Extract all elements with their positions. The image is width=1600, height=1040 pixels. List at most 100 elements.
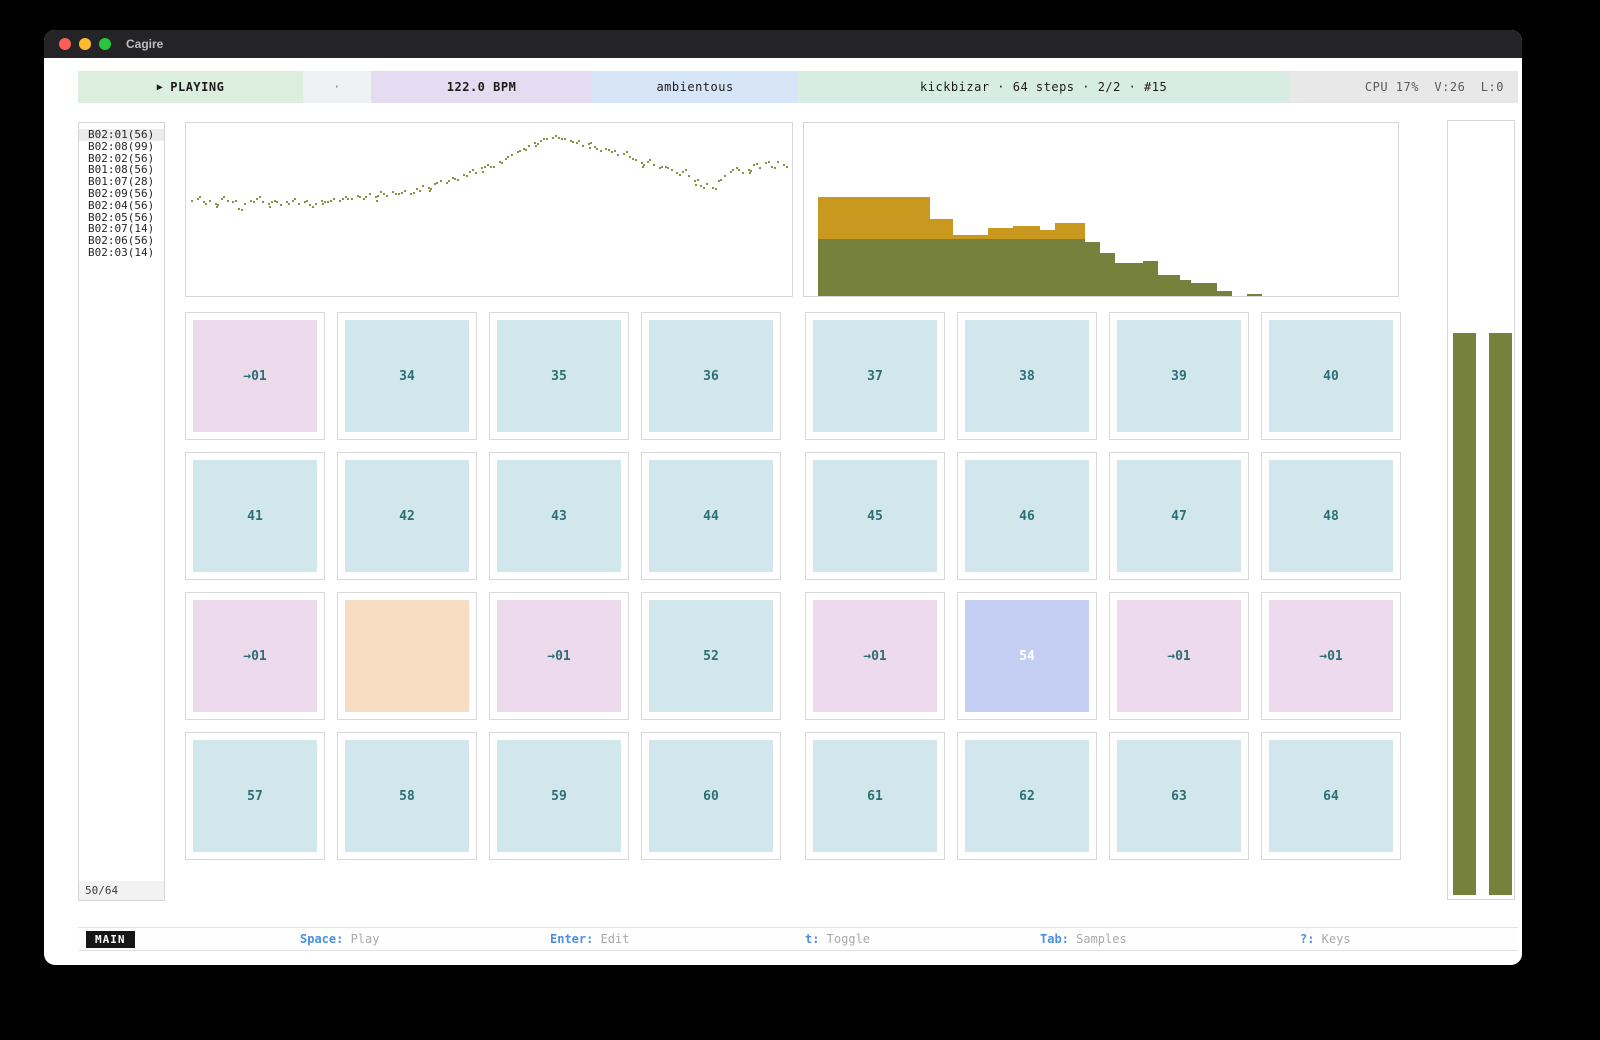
sample-list-item[interactable]: B02:09(56) (79, 188, 164, 200)
grid-cell[interactable] (337, 592, 477, 720)
close-button[interactable] (59, 38, 71, 50)
minimize-button[interactable] (79, 38, 91, 50)
empty-slot: · (303, 71, 371, 103)
traffic-lights (59, 38, 111, 50)
grid-cell-fill: 58 (345, 740, 469, 852)
waveform-dot (742, 172, 744, 174)
grid-cell[interactable]: →01 (805, 592, 945, 720)
grid-cell[interactable]: 36 (641, 312, 781, 440)
grid-cell[interactable]: 58 (337, 732, 477, 860)
grid-cell[interactable]: 45 (805, 452, 945, 580)
grid-cell[interactable]: 46 (957, 452, 1097, 580)
grid-cell-label: 52 (703, 649, 719, 664)
waveform-dot (528, 145, 530, 147)
waveform-dot (315, 203, 317, 205)
grid-cell-label: 41 (247, 509, 263, 524)
waveform-dot (280, 204, 282, 206)
waveform-dot (626, 151, 628, 153)
waveform-dot (564, 138, 566, 140)
empty-slot-label: · (333, 80, 341, 94)
waveform-dot (419, 190, 421, 192)
grid-cell-label: 39 (1171, 369, 1187, 384)
waveform-dot (429, 190, 431, 192)
grid-cell[interactable]: 42 (337, 452, 477, 580)
grid-cell[interactable]: 57 (185, 732, 325, 860)
grid-cell-fill: 39 (1117, 320, 1241, 432)
grid-cell[interactable]: →01 (185, 592, 325, 720)
waveform-dot (671, 169, 673, 171)
waveform-dot (342, 198, 344, 200)
grid-cell[interactable]: 35 (489, 312, 629, 440)
grid-cell-label: 54 (1019, 649, 1035, 664)
grid-cell[interactable]: 39 (1109, 312, 1249, 440)
app-window: Cagire ▶PLAYING·122.0 BPMambientouskickb… (44, 30, 1522, 965)
grid-cell[interactable]: 60 (641, 732, 781, 860)
waveform-dot (525, 149, 527, 151)
sample-count: 50/64 (79, 881, 164, 900)
waveform-dot (724, 175, 726, 177)
transport-status-label: PLAYING (170, 80, 224, 94)
grid-cell[interactable]: 37 (805, 312, 945, 440)
waveform-dot (244, 203, 246, 205)
sample-list-item[interactable]: B02:08(99) (79, 141, 164, 153)
waveform-dot (359, 196, 361, 198)
waveform-dot (223, 196, 225, 198)
key-hint-key: ?: (1300, 932, 1314, 946)
histogram-bar-green (1085, 242, 1100, 296)
waveform-dot (395, 193, 397, 195)
waveform-dot (632, 158, 634, 160)
waveform-dot (590, 142, 592, 144)
grid-cell[interactable]: 48 (1261, 452, 1401, 580)
grid-cell[interactable]: →01 (489, 592, 629, 720)
sample-list: B02:01(56)B02:08(99)B02:02(56)B01:08(56)… (79, 123, 164, 259)
grid-cell[interactable]: 62 (957, 732, 1097, 860)
grid-cell[interactable]: 34 (337, 312, 477, 440)
grid-cell-fill: 59 (497, 740, 621, 852)
waveform-dot (288, 203, 290, 205)
grid-cell-fill: 44 (649, 460, 773, 572)
waveform-dot (635, 159, 637, 161)
grid-cell[interactable]: 59 (489, 732, 629, 860)
grid-cell[interactable]: →01 (185, 312, 325, 440)
grid-cell[interactable]: 44 (641, 452, 781, 580)
zoom-button[interactable] (99, 38, 111, 50)
grid-cell-label: 45 (867, 509, 883, 524)
grid-cell[interactable]: →01 (1109, 592, 1249, 720)
grid-cell[interactable]: 43 (489, 452, 629, 580)
scene-name: ambientous (592, 71, 798, 103)
waveform-dot (422, 185, 424, 187)
key-hint: Space: Play (300, 932, 379, 946)
waveform-dot (312, 206, 314, 208)
grid-cell[interactable]: →01 (1261, 592, 1401, 720)
waveform-dot (365, 196, 367, 198)
waveform-dot (697, 179, 699, 181)
sample-list-item[interactable]: B02:03(14) (79, 247, 164, 259)
waveform-dot (777, 161, 779, 163)
grid-cell[interactable]: 63 (1109, 732, 1249, 860)
grid-cell-label: →01 (243, 369, 266, 384)
grid-cell[interactable]: 47 (1109, 452, 1249, 580)
grid-cell[interactable]: 54 (957, 592, 1097, 720)
histogram-bar-mustard (818, 197, 930, 239)
grid-cell[interactable]: 52 (641, 592, 781, 720)
key-hint-key: t: (805, 932, 819, 946)
scene-name-label: ambientous (656, 80, 733, 94)
grid-cell[interactable]: 41 (185, 452, 325, 580)
waveform-dot (608, 149, 610, 151)
title-bar: Cagire (44, 30, 1522, 58)
grid-cell[interactable]: 61 (805, 732, 945, 860)
waveform-dot (298, 203, 300, 205)
sample-list-item[interactable]: B02:04(56) (79, 200, 164, 212)
waveform-dot (546, 138, 548, 140)
grid-cell-fill: →01 (193, 600, 317, 712)
grid-cell[interactable]: 38 (957, 312, 1097, 440)
waveform-dot (253, 201, 255, 203)
grid-cell-fill: 45 (813, 460, 937, 572)
waveform-dot (768, 161, 770, 163)
grid-cell-fill: →01 (1117, 600, 1241, 712)
grid-cell[interactable]: 40 (1261, 312, 1401, 440)
key-hint: t: Toggle (805, 932, 870, 946)
grid-cell[interactable]: 64 (1261, 732, 1401, 860)
key-hint: Enter: Edit (550, 932, 629, 946)
step-grid: →01343536373839404142434445464748→01→015… (185, 312, 1401, 860)
